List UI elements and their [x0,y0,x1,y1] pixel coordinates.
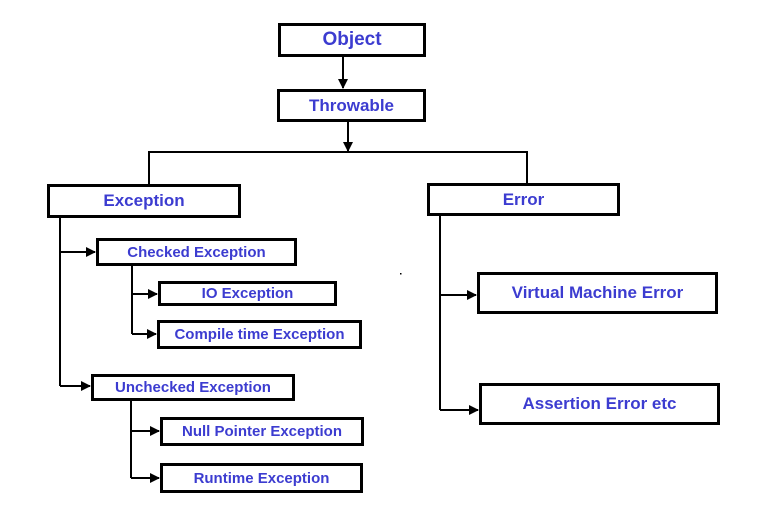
node-virtual-machine-error: Virtual Machine Error [477,272,718,314]
node-throwable: Throwable [277,89,426,122]
line-split [148,151,528,184]
node-null-pointer-exception: Null Pointer Exception [160,417,364,446]
node-unchecked-exception: Unchecked Exception [91,374,295,401]
node-io-exception: IO Exception [158,281,337,306]
node-assertion-error: Assertion Error etc [479,383,720,425]
node-checked-exception: Checked Exception [96,238,297,266]
node-compile-time-exception: Compile time Exception [157,320,362,349]
node-exception: Exception [47,184,241,218]
node-error: Error [427,183,620,216]
node-runtime-exception: Runtime Exception [160,463,363,493]
node-object: Object [278,23,426,57]
